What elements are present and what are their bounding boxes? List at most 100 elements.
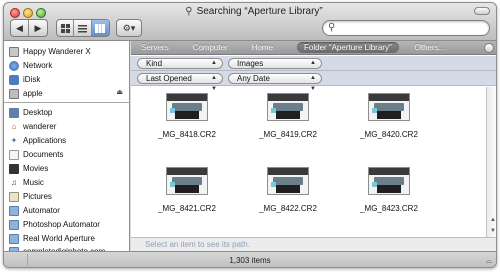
globe-icon (9, 60, 19, 71)
sidebar-item-apple[interactable]: apple (9, 87, 43, 100)
icon-view-icon (60, 23, 70, 33)
sidebar-item-label: Music (23, 178, 44, 187)
path-bar-hint: Select an item to see its path. (145, 240, 250, 249)
path-bar: Select an item to see its path. (131, 237, 496, 251)
back-forward-control: ◀ ▶ (10, 19, 48, 37)
image-thumbnail (166, 167, 208, 195)
minimize-window-button[interactable] (23, 8, 33, 18)
sidebar-item-applications[interactable]: ✦ Applications (9, 134, 67, 147)
file-item[interactable]: _MG_8419.CR2 (253, 93, 323, 139)
sidebar-item-label: Network (23, 61, 53, 70)
gear-icon: ⚙▾ (122, 22, 136, 33)
sidebar-item-label: iDisk (23, 75, 41, 84)
sidebar-item-label: Happy Wanderer X (23, 47, 91, 56)
sidebar-item-documents[interactable]: Documents (9, 148, 63, 161)
sidebar-item-music[interactable]: ♫ Music (9, 176, 44, 189)
music-icon: ♫ (11, 178, 17, 187)
sidebar-item-idisk[interactable]: iDisk (9, 73, 40, 86)
search-icon: ⚲ (185, 6, 193, 17)
back-button[interactable]: ◀ (11, 20, 30, 36)
volume-icon (9, 88, 19, 99)
folder-icon (9, 233, 19, 244)
folder-icon (9, 205, 19, 216)
file-grid: _MG_8418.CR2 _MG_8419.CR2 _MG_8420.CR2 _… (131, 87, 486, 237)
sidebar-item-label: Applications (23, 136, 67, 145)
icon-view-button[interactable] (57, 20, 75, 36)
criteria-attribute-label: Last Opened (146, 74, 192, 83)
criteria-attribute-popup[interactable]: Kind ▲▼ (137, 58, 223, 77)
zoom-window-button[interactable] (36, 8, 46, 18)
forward-button[interactable]: ▶ (29, 20, 47, 36)
toolbar: ⚲ Searching “Aperture Library” ◀ ▶ ⚙▾ ⚲ (4, 3, 496, 41)
folder-icon (9, 219, 19, 230)
sidebar-item-automator[interactable]: Automator (9, 204, 60, 217)
pictures-icon (9, 191, 19, 202)
sidebar-item-pictures[interactable]: Pictures (9, 190, 52, 203)
hard-drive-icon (9, 46, 19, 57)
status-bar: 1,303 items ⌓ (4, 251, 496, 267)
sidebar-item-label: wanderer (23, 122, 57, 131)
image-thumbnail (166, 93, 208, 121)
forward-arrow-icon: ▶ (34, 22, 42, 33)
file-name: _MG_8421.CR2 (158, 204, 216, 213)
file-item[interactable]: _MG_8418.CR2 (152, 93, 222, 139)
sidebar-item-photoshop-automator[interactable]: Photoshop Automator (9, 218, 100, 231)
scroll-down-arrow-icon[interactable]: ▼ (488, 226, 496, 236)
add-scope-button[interactable] (484, 43, 494, 53)
vertical-scrollbar[interactable]: ▲ ▼ (486, 87, 496, 237)
image-thumbnail (368, 167, 410, 195)
movies-icon (9, 163, 19, 174)
idisk-icon (9, 74, 19, 85)
sidebar-item-happy-wanderer-x[interactable]: Happy Wanderer X (9, 45, 91, 58)
criteria-attribute-popup[interactable]: Last Opened ▲ ▼ (137, 73, 223, 92)
applications-icon: ✦ (10, 136, 18, 145)
sidebar-item-desktop[interactable]: Desktop (9, 106, 52, 119)
scope-computer[interactable]: Computer (193, 43, 228, 52)
file-name: _MG_8418.CR2 (158, 130, 216, 139)
sidebar-item-label: Real World Aperture (23, 234, 95, 243)
list-view-icon (78, 24, 88, 32)
file-item[interactable]: _MG_8423.CR2 (354, 167, 424, 213)
image-thumbnail (267, 167, 309, 195)
sidebar-item-label: Desktop (23, 108, 53, 117)
sidebar-item-network[interactable]: Network (9, 59, 52, 72)
scroll-up-arrow-icon[interactable]: ▲ (488, 215, 496, 225)
sidebar-item-label: apple (23, 89, 43, 98)
criteria-value-popup[interactable]: Images ▲▼ (228, 58, 322, 77)
sidebar-item-label: Photoshop Automator (23, 220, 100, 229)
file-item[interactable]: _MG_8420.CR2 (354, 93, 424, 139)
back-arrow-icon: ◀ (16, 22, 23, 33)
sidebar-item-label: Movies (23, 164, 49, 173)
results-pane: Servers Computer Home Folder “Aperture L… (131, 41, 496, 251)
scope-home[interactable]: Home (252, 43, 273, 52)
eject-icon[interactable]: ⏏ (116, 88, 123, 96)
finder-window: ⚲Searching “Aperture Library” ◀ ▶ ⚙▾ ⚲ (3, 2, 497, 268)
resize-grip-icon[interactable]: ⌓ (486, 256, 492, 266)
view-mode-control (56, 19, 110, 37)
criteria-value-label: Any Date (237, 74, 270, 83)
file-name: _MG_8422.CR2 (259, 204, 317, 213)
criteria-value-popup[interactable]: Any Date ▲ ▼ (228, 73, 322, 92)
action-menu-button[interactable]: ⚙▾ (116, 19, 142, 37)
scope-servers[interactable]: Servers (141, 43, 169, 52)
sidebar-item-movies[interactable]: Movies (9, 162, 48, 175)
criteria-row-kind: Kind ▲▼ Images ▲▼ (131, 56, 496, 77)
column-view-icon (95, 23, 106, 33)
search-field[interactable]: ⚲ (322, 20, 490, 36)
file-item[interactable]: _MG_8422.CR2 (253, 167, 323, 213)
status-bar-left-section (10, 254, 28, 266)
sidebar-divider (4, 102, 130, 103)
search-scope-bar: Servers Computer Home Folder “Aperture L… (131, 41, 496, 55)
list-view-button[interactable] (74, 20, 92, 36)
column-view-button[interactable] (91, 20, 109, 36)
scope-others[interactable]: Others... (415, 43, 446, 52)
sidebar-item-real-world-aperture[interactable]: Real World Aperture (9, 232, 95, 245)
close-window-button[interactable] (10, 8, 20, 18)
toolbar-toggle-button[interactable] (474, 7, 490, 15)
sidebar-item-wanderer[interactable]: ⌂ wanderer (9, 120, 57, 133)
scope-folder-aperture-library[interactable]: Folder “Aperture Library” (297, 42, 399, 53)
search-field-icon: ⚲ (328, 22, 336, 33)
criteria-attribute-label: Kind (146, 59, 163, 68)
file-name: _MG_8419.CR2 (259, 130, 317, 139)
file-item[interactable]: _MG_8421.CR2 (152, 167, 222, 213)
